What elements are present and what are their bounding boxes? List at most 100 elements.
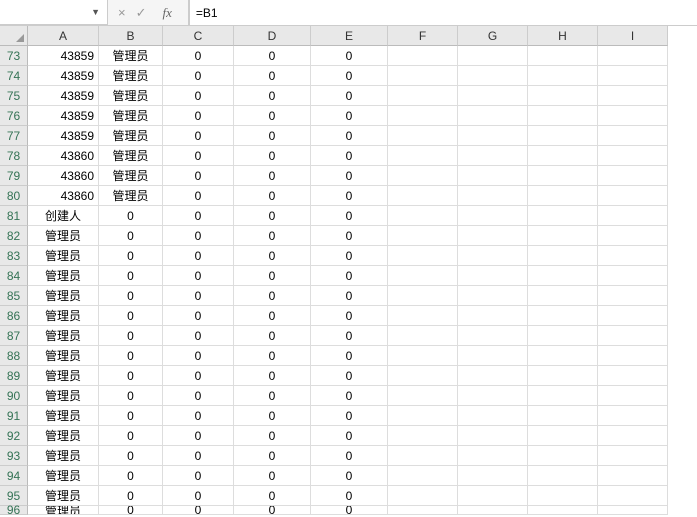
cell[interactable]: 0 <box>311 226 388 246</box>
cell[interactable]: 管理员 <box>99 66 163 86</box>
row-header[interactable]: 75 <box>0 86 28 106</box>
cell[interactable]: 0 <box>163 126 234 146</box>
cell[interactable] <box>598 126 668 146</box>
cell[interactable] <box>388 366 458 386</box>
cell[interactable] <box>388 226 458 246</box>
cell[interactable]: 43859 <box>28 66 99 86</box>
cell[interactable]: 0 <box>311 126 388 146</box>
cell[interactable]: 管理员 <box>28 306 99 326</box>
cell[interactable]: 0 <box>234 106 311 126</box>
cell[interactable] <box>388 266 458 286</box>
cell[interactable] <box>598 146 668 166</box>
cell[interactable] <box>458 426 528 446</box>
cell[interactable]: 0 <box>311 146 388 166</box>
cell[interactable] <box>598 426 668 446</box>
cell[interactable] <box>458 366 528 386</box>
cell[interactable] <box>598 386 668 406</box>
row-header[interactable]: 78 <box>0 146 28 166</box>
row-header[interactable]: 82 <box>0 226 28 246</box>
cell[interactable] <box>388 326 458 346</box>
cell[interactable] <box>598 486 668 506</box>
cell[interactable] <box>458 126 528 146</box>
cell[interactable]: 0 <box>311 286 388 306</box>
cell[interactable] <box>388 206 458 226</box>
cell[interactable]: 管理员 <box>28 406 99 426</box>
cell[interactable]: 0 <box>311 66 388 86</box>
cell[interactable] <box>388 186 458 206</box>
cell[interactable] <box>528 306 598 326</box>
cell[interactable] <box>458 266 528 286</box>
row-header[interactable]: 90 <box>0 386 28 406</box>
cell[interactable] <box>458 326 528 346</box>
cell[interactable] <box>598 266 668 286</box>
cell[interactable] <box>598 406 668 426</box>
row-header[interactable]: 84 <box>0 266 28 286</box>
cell[interactable]: 0 <box>99 246 163 266</box>
row-header[interactable]: 86 <box>0 306 28 326</box>
cell[interactable]: 0 <box>99 286 163 306</box>
cell[interactable]: 管理员 <box>99 166 163 186</box>
cell[interactable]: 管理员 <box>28 346 99 366</box>
cell[interactable] <box>458 66 528 86</box>
cell[interactable]: 0 <box>99 306 163 326</box>
cell[interactable]: 0 <box>99 206 163 226</box>
cell[interactable] <box>388 106 458 126</box>
cell[interactable] <box>458 46 528 66</box>
cell[interactable]: 0 <box>163 366 234 386</box>
cell[interactable] <box>388 306 458 326</box>
cell[interactable] <box>598 246 668 266</box>
cell[interactable]: 0 <box>311 506 388 515</box>
cell[interactable] <box>458 346 528 366</box>
cell[interactable]: 0 <box>311 46 388 66</box>
cell[interactable]: 0 <box>234 326 311 346</box>
cell[interactable]: 管理员 <box>99 186 163 206</box>
cell[interactable]: 0 <box>234 346 311 366</box>
cell[interactable]: 0 <box>234 206 311 226</box>
row-header[interactable]: 79 <box>0 166 28 186</box>
cell[interactable]: 0 <box>163 326 234 346</box>
cell[interactable]: 0 <box>234 46 311 66</box>
cell[interactable] <box>528 406 598 426</box>
cell[interactable]: 43859 <box>28 86 99 106</box>
cell[interactable] <box>458 286 528 306</box>
cell[interactable]: 0 <box>99 406 163 426</box>
cell[interactable]: 管理员 <box>99 146 163 166</box>
cell[interactable]: 管理员 <box>28 266 99 286</box>
cell[interactable] <box>598 66 668 86</box>
row-header[interactable]: 83 <box>0 246 28 266</box>
dropdown-icon[interactable]: ▼ <box>91 7 103 17</box>
cell[interactable] <box>528 266 598 286</box>
cell[interactable]: 0 <box>163 466 234 486</box>
cell[interactable]: 0 <box>99 466 163 486</box>
cell[interactable]: 0 <box>234 506 311 515</box>
cell[interactable] <box>388 86 458 106</box>
cell[interactable] <box>458 446 528 466</box>
row-header[interactable]: 91 <box>0 406 28 426</box>
name-box[interactable]: ▼ <box>0 0 108 25</box>
cell[interactable]: 0 <box>234 66 311 86</box>
cell[interactable] <box>458 146 528 166</box>
cell[interactable] <box>388 386 458 406</box>
cell[interactable]: 管理员 <box>28 286 99 306</box>
cell[interactable]: 43860 <box>28 186 99 206</box>
cell[interactable] <box>598 286 668 306</box>
row-header[interactable]: 87 <box>0 326 28 346</box>
cell[interactable]: 0 <box>163 246 234 266</box>
cell[interactable]: 管理员 <box>28 426 99 446</box>
cell[interactable]: 0 <box>234 166 311 186</box>
cell[interactable]: 0 <box>99 446 163 466</box>
cell[interactable]: 0 <box>234 146 311 166</box>
cell[interactable] <box>388 406 458 426</box>
cell[interactable]: 管理员 <box>28 506 99 515</box>
cell[interactable]: 0 <box>311 86 388 106</box>
cell[interactable]: 0 <box>99 386 163 406</box>
column-header-I[interactable]: I <box>598 26 668 46</box>
cell[interactable] <box>388 46 458 66</box>
column-header-A[interactable]: A <box>28 26 99 46</box>
cell[interactable] <box>598 206 668 226</box>
row-header[interactable]: 80 <box>0 186 28 206</box>
cell[interactable] <box>458 106 528 126</box>
cell[interactable] <box>388 466 458 486</box>
cell[interactable]: 0 <box>99 486 163 506</box>
cell[interactable]: 0 <box>234 426 311 446</box>
